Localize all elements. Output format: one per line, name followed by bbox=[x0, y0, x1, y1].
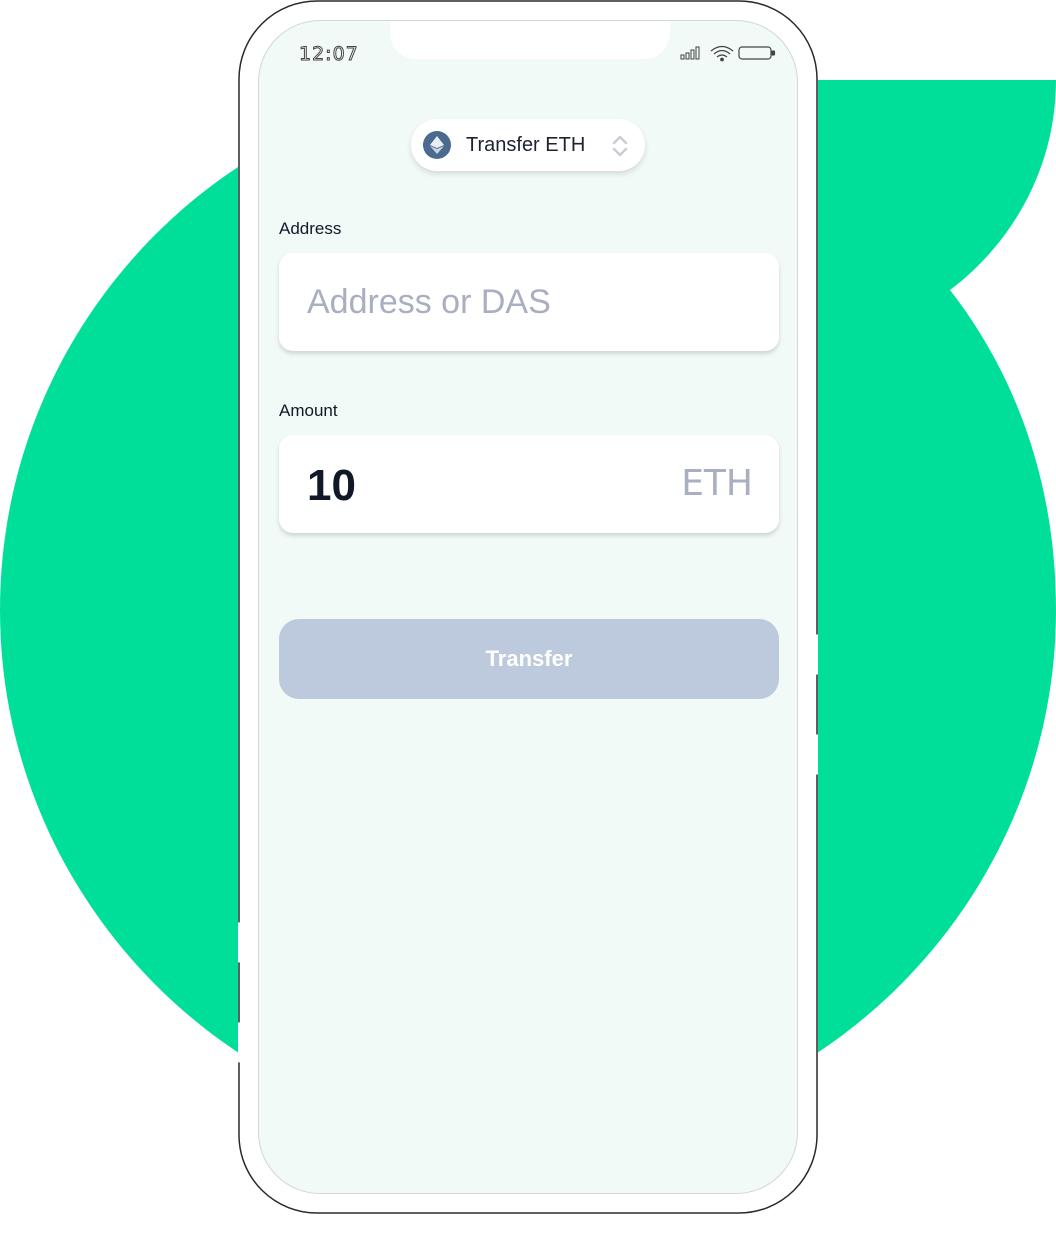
app-stage: 12:07 Transfer ETH Address Address or DA… bbox=[0, 0, 1056, 1234]
transfer-button[interactable]: Transfer bbox=[279, 619, 779, 699]
cellular-signal-icon bbox=[680, 46, 700, 60]
phone-screen: 12:07 Transfer ETH Address Address or DA… bbox=[258, 20, 798, 1194]
status-icons bbox=[680, 45, 776, 62]
amount-value[interactable]: 10 bbox=[307, 461, 356, 511]
token-selector-label: Transfer ETH bbox=[466, 133, 586, 156]
amount-field-card[interactable]: 10 ETH bbox=[279, 435, 779, 533]
address-label: Address bbox=[279, 219, 342, 238]
token-selector[interactable]: Transfer ETH bbox=[411, 119, 645, 171]
address-field-card bbox=[279, 253, 779, 351]
phone-notch bbox=[390, 21, 670, 59]
amount-label: Amount bbox=[279, 401, 338, 420]
address-input[interactable] bbox=[307, 253, 757, 351]
ethereum-icon bbox=[423, 131, 451, 159]
status-time: 12:07 bbox=[299, 43, 359, 66]
amount-unit: ETH bbox=[681, 463, 753, 504]
sort-updown-icon bbox=[612, 135, 628, 157]
wifi-icon bbox=[710, 45, 734, 62]
battery-icon bbox=[738, 46, 776, 60]
